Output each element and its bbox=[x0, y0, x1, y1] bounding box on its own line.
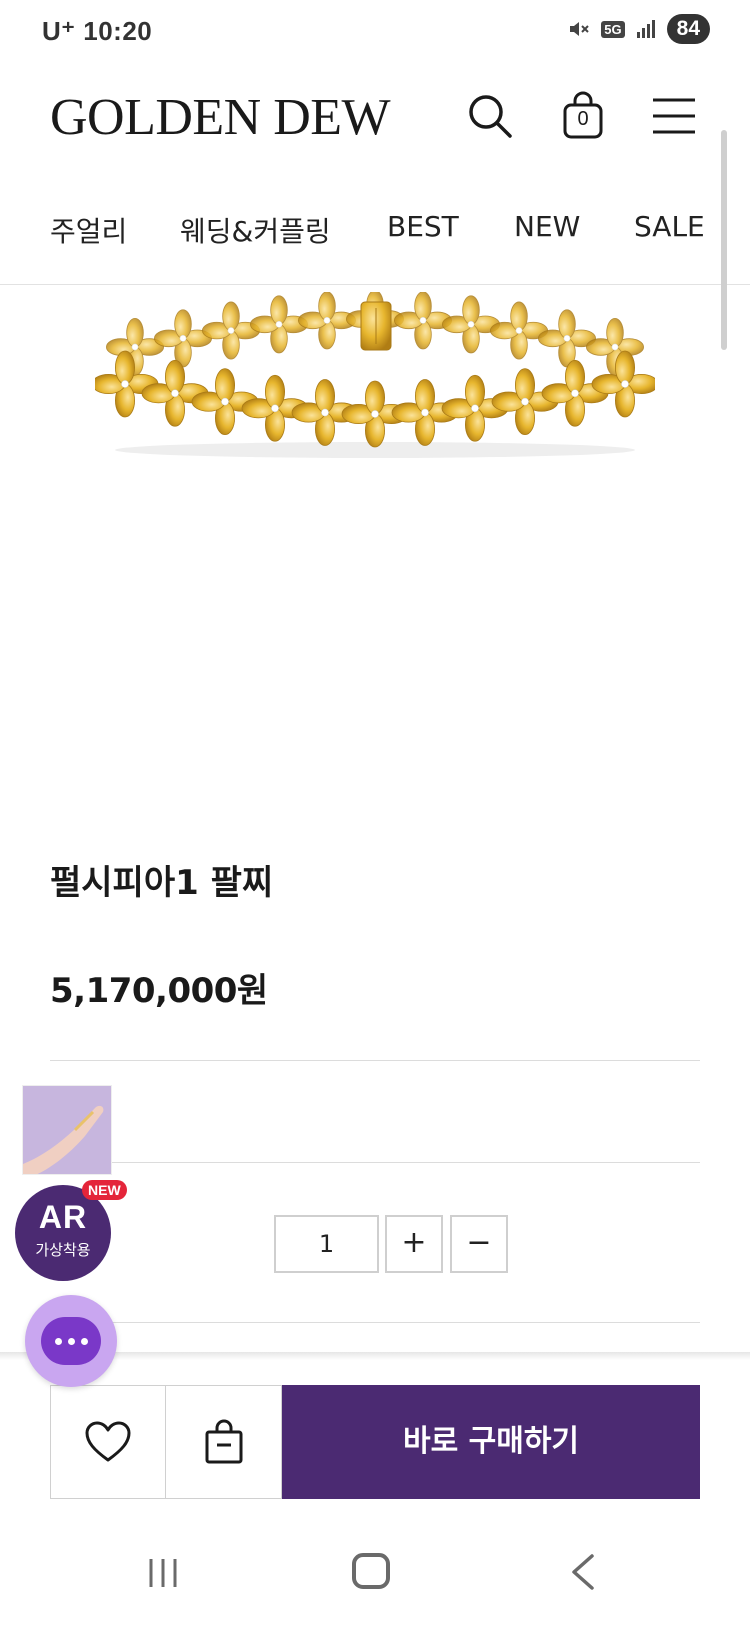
quantity-decrease-button[interactable]: − bbox=[450, 1215, 508, 1273]
bracelet-flower-link bbox=[393, 291, 453, 350]
clock: 10:20 bbox=[83, 16, 153, 46]
nav-item-wedding[interactable]: 웨딩&커플링 bbox=[180, 210, 331, 250]
chat-dot bbox=[80, 1337, 88, 1345]
back-button[interactable] bbox=[568, 1552, 598, 1596]
divider-2 bbox=[50, 1162, 700, 1163]
bracelet-flower-link bbox=[201, 301, 261, 360]
buy-now-button[interactable]: 바로 구매하기 bbox=[282, 1385, 700, 1499]
quantity-input[interactable]: 1 bbox=[274, 1215, 379, 1273]
search-icon bbox=[469, 95, 512, 138]
battery-indicator: 84 bbox=[666, 14, 710, 44]
status-icons: 5G 84 bbox=[567, 14, 710, 44]
status-bar: U⁺ 10:20 5G 84 bbox=[0, 0, 750, 66]
product-title: 펄시피아1 팔찌 bbox=[50, 863, 274, 903]
ar-sub-label: 가상착용 bbox=[35, 1241, 91, 1259]
heart-icon bbox=[85, 1421, 131, 1462]
hamburger-menu-icon bbox=[653, 98, 695, 134]
search-button[interactable] bbox=[462, 88, 518, 144]
chat-dot bbox=[54, 1337, 62, 1345]
back-icon bbox=[572, 1554, 594, 1590]
category-nav: 주얼리 웨딩&커플링 BEST NEW SALE bbox=[0, 210, 750, 262]
product-image[interactable] bbox=[91, 289, 659, 472]
ar-preview-thumbnail[interactable] bbox=[22, 1085, 112, 1175]
divider-3 bbox=[50, 1322, 700, 1323]
recent-apps-icon bbox=[149, 1559, 177, 1587]
bracelet-image bbox=[91, 289, 659, 458]
nav-item-sale[interactable]: SALE bbox=[634, 210, 705, 243]
divider-1 bbox=[50, 1060, 700, 1061]
chat-button[interactable] bbox=[25, 1295, 117, 1387]
bracelet-flower-link bbox=[153, 309, 213, 368]
home-button[interactable] bbox=[352, 1553, 390, 1589]
recent-apps-button[interactable] bbox=[145, 1555, 181, 1595]
bracelet-flower-link bbox=[541, 359, 609, 427]
ar-label: AR bbox=[38, 1199, 88, 1235]
new-badge: NEW bbox=[82, 1180, 127, 1200]
wrist-image bbox=[23, 1086, 111, 1174]
system-nav-bar bbox=[0, 1530, 750, 1625]
status-left: U⁺ 10:20 bbox=[42, 16, 152, 47]
chat-bubble-icon bbox=[41, 1317, 101, 1365]
product-price: 5,170,000원 bbox=[50, 971, 268, 1011]
network-badge: 5G bbox=[601, 20, 625, 38]
nav-item-jewelry[interactable]: 주얼리 bbox=[50, 210, 127, 250]
carrier-label: U⁺ bbox=[42, 16, 76, 46]
nav-item-best[interactable]: BEST bbox=[387, 210, 459, 243]
bracelet-flower-link bbox=[489, 301, 549, 360]
quantity-increase-button[interactable]: + bbox=[385, 1215, 443, 1273]
bracelet-flower-link bbox=[537, 309, 597, 368]
bracelet-flower-link bbox=[91, 350, 159, 418]
bracelet-flower-link bbox=[106, 317, 165, 377]
bracelet-flower-link bbox=[441, 295, 501, 354]
bracelet-flower-link bbox=[585, 317, 645, 377]
add-to-cart-button[interactable] bbox=[165, 1385, 282, 1499]
signal-icon bbox=[636, 20, 655, 38]
page-scrollbar[interactable] bbox=[721, 130, 727, 350]
bracelet-flower-link bbox=[491, 368, 559, 436]
brand-logo[interactable]: GOLDEN DEW bbox=[50, 88, 391, 147]
bag-add-icon bbox=[205, 1419, 242, 1464]
nav-item-new[interactable]: NEW bbox=[514, 210, 580, 243]
bracelet-flower-link bbox=[591, 350, 659, 418]
bracelet-flower-link bbox=[249, 295, 309, 354]
bracelet-flower-link bbox=[141, 359, 209, 427]
cart-button[interactable]: 0 bbox=[555, 88, 611, 144]
logo-text: GOLDEN DEW bbox=[50, 89, 391, 146]
mute-icon bbox=[570, 22, 590, 36]
cart-count: 0 bbox=[577, 108, 589, 130]
nav-divider bbox=[0, 284, 750, 285]
chat-dot bbox=[67, 1337, 75, 1345]
menu-button[interactable] bbox=[646, 88, 702, 144]
wishlist-button[interactable] bbox=[50, 1385, 166, 1499]
